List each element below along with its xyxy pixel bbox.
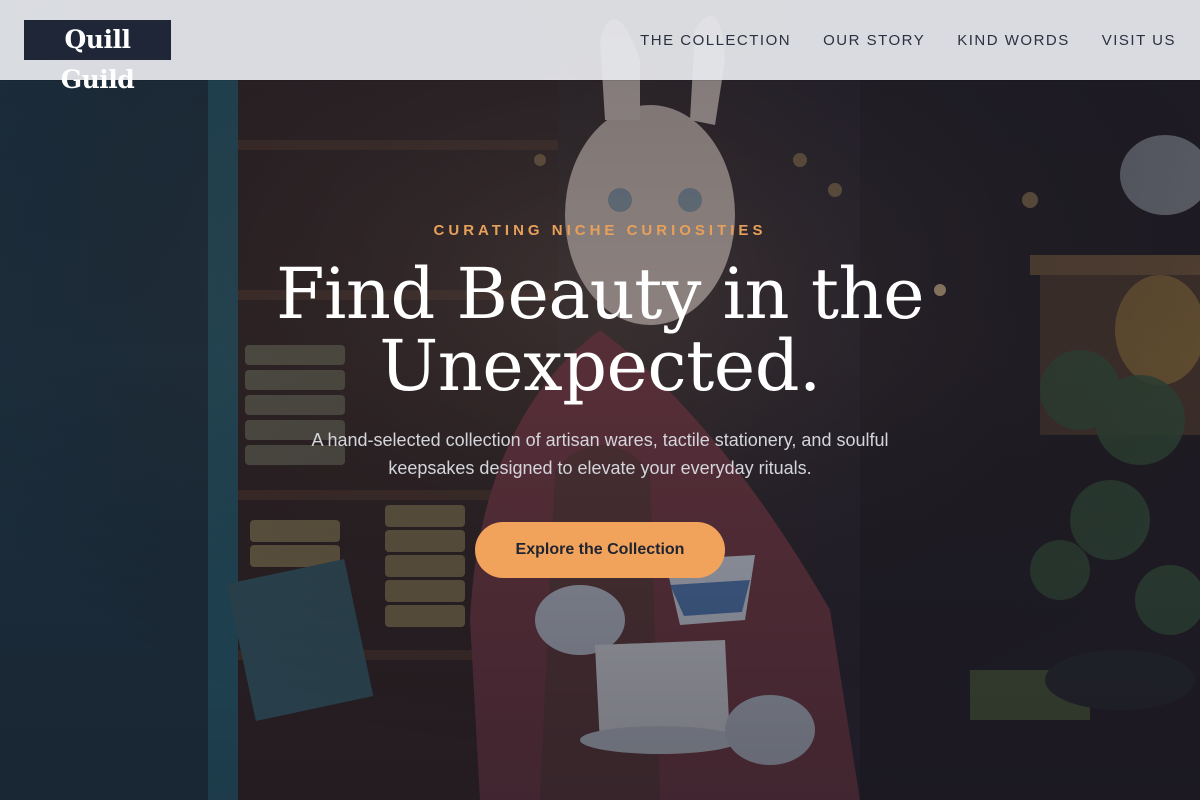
hero-subtitle: A hand-selected collection of artisan wa…	[311, 430, 889, 478]
hero-content: CURATING NICHE CURIOSITIES Find Beauty i…	[0, 0, 1200, 800]
hero-eyebrow: CURATING NICHE CURIOSITIES	[433, 222, 767, 239]
hero-headline-line1: Find Beauty in the	[275, 253, 925, 335]
hero-headline: Find Beauty in the Unexpected.	[100, 258, 1100, 402]
explore-collection-button[interactable]: Explore the Collection	[475, 522, 725, 578]
hero-headline-line2: Unexpected.	[379, 325, 821, 407]
